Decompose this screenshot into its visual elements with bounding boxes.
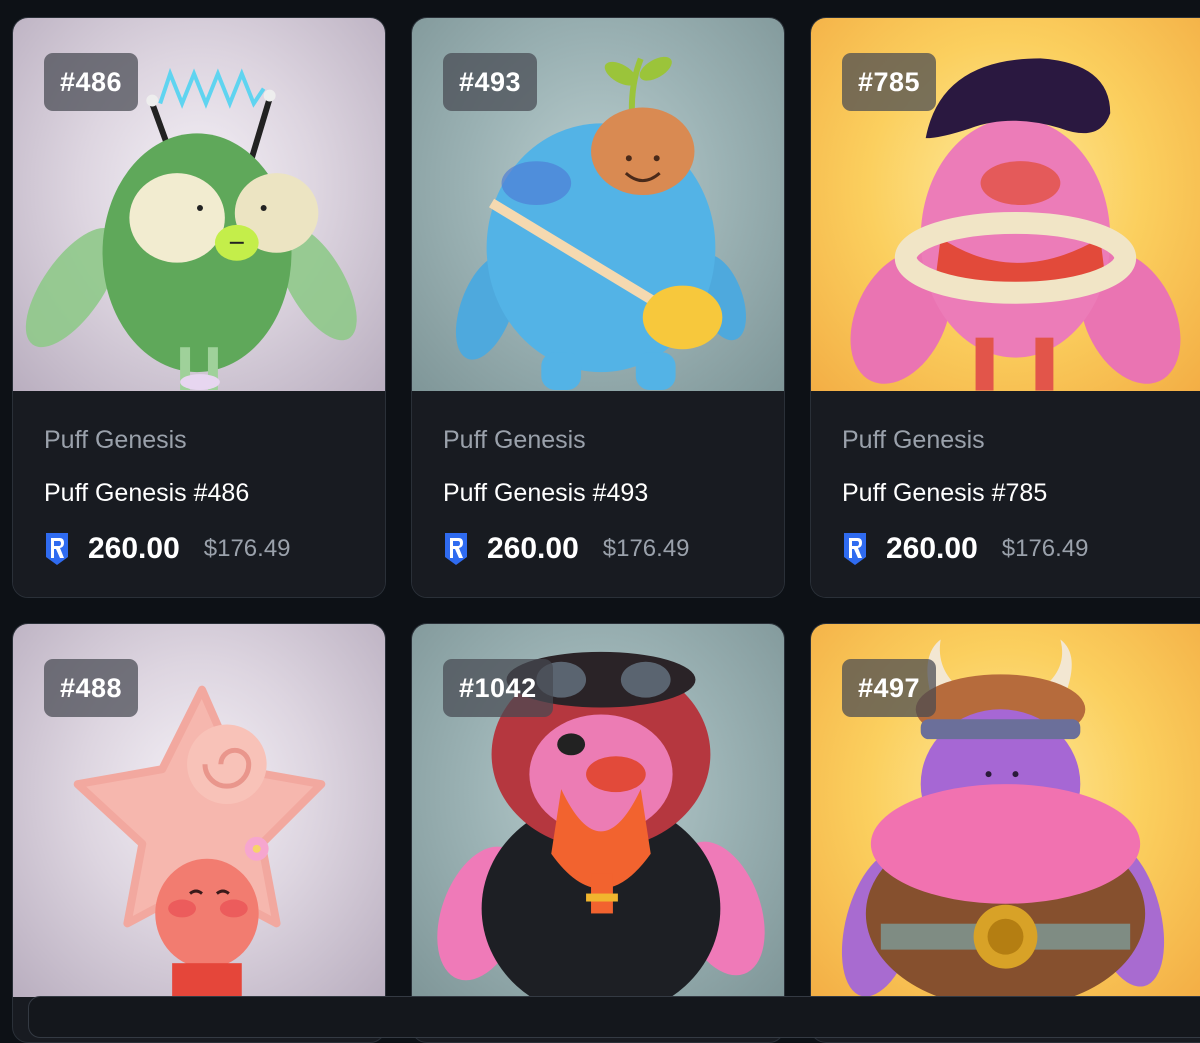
price-row: 260.00 $176.49 <box>842 529 1089 569</box>
nft-image[interactable]: #497 <box>811 624 1200 997</box>
nft-image[interactable]: #785 <box>811 18 1200 391</box>
price-value: 260.00 <box>487 532 579 565</box>
collection-name[interactable]: Puff Genesis <box>842 426 985 455</box>
price-row: 260.00 $176.49 <box>44 529 291 569</box>
nft-name[interactable]: Puff Genesis #493 <box>443 479 648 508</box>
price-row: 260.00 $176.49 <box>443 529 690 569</box>
nft-card-497[interactable]: #497 <box>810 623 1200 1043</box>
nft-name[interactable]: Puff Genesis #486 <box>44 479 249 508</box>
card-info: Puff Genesis Puff Genesis #785 260.00 $1… <box>811 391 1200 597</box>
price-value: 260.00 <box>88 532 180 565</box>
token-id-badge: #497 <box>842 659 937 717</box>
nft-image[interactable]: #1042 <box>412 624 784 997</box>
nft-card-493[interactable]: #493 Puff Genesis Puff Genesis #493 260.… <box>411 17 785 598</box>
nft-card-486[interactable]: #486 Puff Genesis Puff Genesis #486 260.… <box>12 17 386 598</box>
nft-card-488[interactable]: #488 <box>12 623 386 1043</box>
nft-name[interactable]: Puff Genesis #785 <box>842 479 1047 508</box>
nft-grid: #486 Puff Genesis Puff Genesis #486 260.… <box>0 0 1200 1043</box>
nft-card-1042[interactable]: #1042 <box>411 623 785 1043</box>
token-icon <box>46 533 68 565</box>
token-id-badge: #1042 <box>443 659 553 717</box>
token-id-badge: #785 <box>842 53 937 111</box>
nft-image[interactable]: #486 <box>13 18 385 391</box>
token-id-badge: #486 <box>44 53 139 111</box>
token-icon <box>844 533 866 565</box>
token-id-badge: #493 <box>443 53 538 111</box>
token-id-badge: #488 <box>44 659 139 717</box>
usd-value: $176.49 <box>1001 535 1089 562</box>
nft-image[interactable]: #493 <box>412 18 784 391</box>
bottom-panel <box>28 996 1200 1038</box>
nft-image[interactable]: #488 <box>13 624 385 997</box>
card-info: Puff Genesis Puff Genesis #486 260.00 $1… <box>13 391 385 597</box>
token-icon <box>445 533 467 565</box>
collection-name[interactable]: Puff Genesis <box>443 426 586 455</box>
price-value: 260.00 <box>886 532 978 565</box>
collection-name[interactable]: Puff Genesis <box>44 426 187 455</box>
card-info: Puff Genesis Puff Genesis #493 260.00 $1… <box>412 391 784 597</box>
usd-value: $176.49 <box>203 535 291 562</box>
usd-value: $176.49 <box>602 535 690 562</box>
nft-card-785[interactable]: #785 Puff Genesis Puff Genesis #785 260.… <box>810 17 1200 598</box>
